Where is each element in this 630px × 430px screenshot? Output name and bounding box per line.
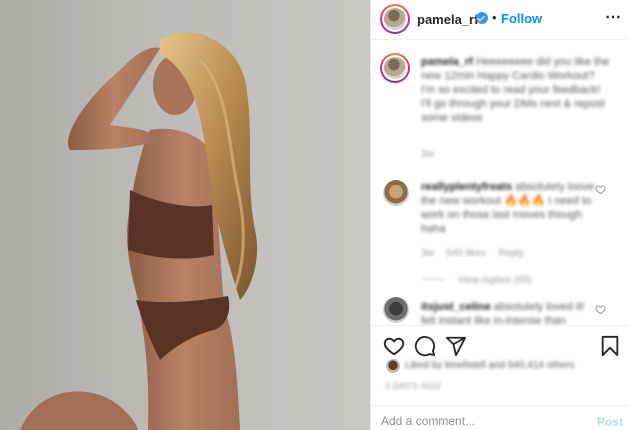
comment-avatar[interactable]	[383, 297, 409, 323]
comment-username[interactable]: itsjust_celine	[421, 301, 491, 313]
header-separator: •	[492, 10, 497, 25]
comment-input[interactable]	[381, 414, 581, 428]
caption-avatar[interactable]	[380, 53, 410, 83]
caption-time: 3w	[421, 149, 434, 160]
post-timestamp: 3 DAYS AGO	[385, 381, 442, 391]
caption-username[interactable]: pamela_rf	[421, 56, 473, 68]
follow-button[interactable]: Follow	[501, 11, 542, 26]
likes-summary[interactable]: Liked by kinellstell and 540,414 others	[371, 356, 630, 374]
post-image	[0, 0, 370, 430]
more-options-icon[interactable]: ⋯	[605, 7, 622, 27]
post-button[interactable]: Post	[597, 415, 623, 429]
header-username[interactable]: pamela_rf	[417, 12, 478, 27]
comment-meta: 3w 540 likes Reply	[421, 243, 571, 261]
view-replies-label[interactable]: View replies (65)	[457, 275, 531, 286]
post-side-panel: pamela_rf • Follow ⋯ pamela_rf Heeeeeeee…	[370, 0, 630, 430]
share-icon[interactable]	[445, 335, 467, 357]
heart-icon[interactable]	[383, 335, 405, 357]
comment-like-heart-icon[interactable]	[595, 304, 606, 315]
post-header: pamela_rf • Follow ⋯	[371, 0, 630, 40]
liker-avatar	[386, 359, 400, 373]
likes-text[interactable]: Liked by kinellstell and 540,414 others	[405, 359, 625, 373]
post-photo[interactable]	[0, 0, 370, 430]
caption-text: pamela_rf Heeeeeeee did you like the new…	[421, 55, 611, 125]
comment-text: itsjust_celine absolutely loved it! felt…	[421, 300, 601, 325]
comment-text: reallyplentyfreats absolutely loove the …	[421, 180, 601, 236]
comment-like-heart-icon[interactable]	[595, 184, 606, 195]
view-replies[interactable]: View replies (65)	[423, 270, 573, 288]
comments-list[interactable]: pamela_rf Heeeeeeee did you like the new…	[371, 41, 630, 325]
comment-icon[interactable]	[414, 335, 436, 357]
comment-username[interactable]: reallyplentyfreats	[421, 181, 512, 193]
comment-reply-button[interactable]: Reply	[498, 248, 524, 259]
comment-avatar[interactable]	[383, 180, 409, 206]
add-comment-bar: Post	[371, 405, 630, 430]
comment-time: 3w	[421, 248, 434, 259]
comment-likes[interactable]: 540 likes	[446, 248, 485, 259]
verified-badge-icon	[476, 12, 488, 24]
header-avatar[interactable]	[380, 4, 410, 34]
bookmark-icon[interactable]	[599, 335, 621, 357]
